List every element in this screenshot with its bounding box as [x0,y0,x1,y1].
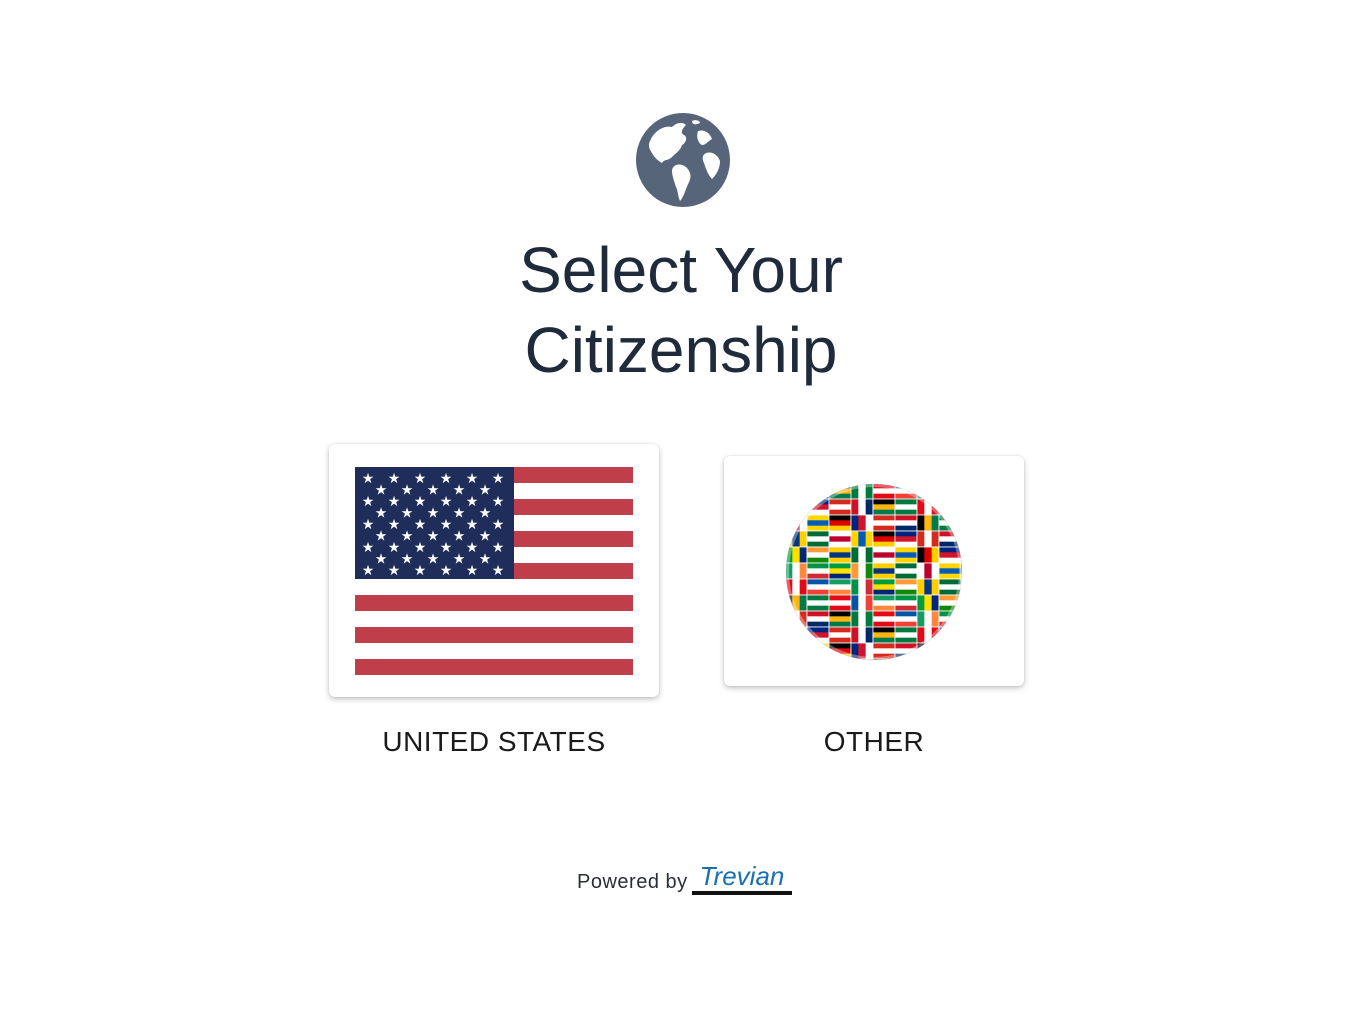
svg-text:★: ★ [414,563,427,579]
svg-text:★: ★ [492,494,505,510]
us-flag-image: ★ ★ ★ ★ ★ ★★ ★ ★ ★ ★★ ★ ★ ★ ★ ★★ ★ ★ ★ ★★ ★ ★ ★ ★ ★★ ★ ★ ★ ★★ ★ ★ ★ ★ ★★… [355,467,633,675]
svg-text:★: ★ [362,540,375,556]
svg-text:★: ★ [362,471,375,487]
other-option-card[interactable] [724,456,1024,686]
svg-text:★: ★ [362,563,375,579]
svg-text:★: ★ [453,483,466,499]
svg-text:★: ★ [479,483,492,499]
svg-text:★: ★ [440,563,453,579]
other-label[interactable]: OTHER [724,726,1024,758]
trevian-logo-text: Trevian [699,861,784,891]
svg-text:★: ★ [388,471,401,487]
svg-text:★: ★ [401,506,414,522]
powered-by: Powered by Trevian [577,861,792,897]
svg-text:★: ★ [375,552,388,568]
svg-text:★: ★ [479,506,492,522]
svg-text:★: ★ [362,517,375,533]
svg-text:★: ★ [440,517,453,533]
svg-text:★: ★ [401,552,414,568]
svg-text:★: ★ [427,506,440,522]
page-title: Select Your Citizenship [0,230,1362,390]
svg-text:★: ★ [414,540,427,556]
svg-text:★: ★ [362,494,375,510]
united-states-label[interactable]: UNITED STATES [329,726,659,758]
svg-text:★: ★ [466,540,479,556]
svg-text:★: ★ [466,517,479,533]
svg-text:★: ★ [414,494,427,510]
svg-text:★: ★ [479,529,492,545]
svg-text:★: ★ [427,483,440,499]
svg-text:★: ★ [492,471,505,487]
svg-text:★: ★ [388,540,401,556]
globe-icon [636,113,730,207]
svg-text:★: ★ [492,563,505,579]
svg-text:★: ★ [466,471,479,487]
svg-text:★: ★ [492,540,505,556]
svg-text:★: ★ [427,529,440,545]
svg-text:★: ★ [453,552,466,568]
svg-text:★: ★ [401,483,414,499]
svg-text:★: ★ [375,483,388,499]
svg-text:★: ★ [453,529,466,545]
united-states-option-card[interactable]: ★ ★ ★ ★ ★ ★ ★ ★ ★ ★ ★ ★ ★ ★ ★ ★ ★ ★ ★ ★ ★ ★ ★ ★ ★ ★ ★ ★ ★ ★ ★ ★ ★ ★ ★ ★ ★ ★ ★ ★… [329,444,659,697]
svg-text:★: ★ [466,494,479,510]
svg-text:★: ★ [492,517,505,533]
svg-text:★: ★ [466,563,479,579]
svg-text:★: ★ [440,540,453,556]
svg-text:★: ★ [375,506,388,522]
svg-text:★: ★ [401,529,414,545]
svg-text:★: ★ [440,471,453,487]
page-title-line-2: Citizenship [524,314,838,386]
page-title-line-1: Select Your [519,234,843,306]
svg-text:★: ★ [388,563,401,579]
svg-text:★: ★ [414,471,427,487]
svg-text:★: ★ [453,506,466,522]
svg-text:★: ★ [414,517,427,533]
svg-text:★: ★ [375,529,388,545]
svg-text:★: ★ [479,552,492,568]
svg-text:★: ★ [388,494,401,510]
trevian-logo[interactable]: Trevian [691,861,792,897]
svg-text:★: ★ [440,494,453,510]
world-flags-globe-image [785,483,963,661]
svg-text:★: ★ [427,552,440,568]
powered-by-text: Powered by [577,870,688,893]
svg-text:★: ★ [388,517,401,533]
